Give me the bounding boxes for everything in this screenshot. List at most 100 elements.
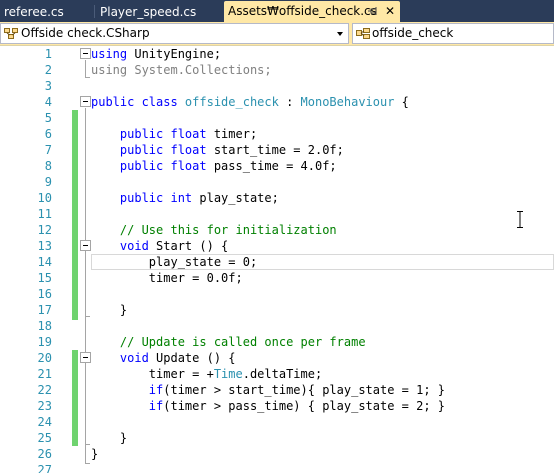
code-line[interactable]: using UnityEngine; — [91, 46, 221, 62]
code-line[interactable]: } — [91, 446, 98, 462]
code-token: public float — [119, 143, 207, 157]
outline-guide — [85, 108, 86, 464]
outline-guide-end — [85, 316, 90, 317]
collapse-toggle[interactable] — [80, 240, 91, 251]
code-line[interactable]: if(timer > pass_time) { play_state = 2; … — [91, 398, 445, 414]
line-number: 21 — [37, 367, 52, 381]
code-token: Time — [213, 367, 243, 381]
code-token: start_time = 2.0f; — [206, 143, 344, 157]
line-number-gutter: 1 2 3 4 5 6 7 8 9 10 11 12 13 14 15 16 17 18 19 20 21 22 23 24 2… — [0, 46, 62, 473]
line-number: 16 — [37, 287, 52, 301]
code-line[interactable]: } — [91, 430, 127, 446]
line-number: 23 — [37, 399, 52, 413]
member-dropdown-value: offside_check — [372, 26, 454, 40]
code-token: (timer > start_time){ play_state = 1; } — [163, 383, 446, 397]
collapse-toggle[interactable] — [80, 352, 91, 363]
code-line[interactable]: timer = 0.0f; — [91, 270, 243, 286]
line-number: 13 — [37, 239, 52, 253]
pin-icon[interactable] — [367, 5, 379, 17]
code-line[interactable]: public float start_time = 2.0f; — [91, 142, 344, 158]
code-token: UnityEngine; — [127, 47, 222, 61]
line-number: 5 — [44, 111, 52, 125]
code-token: : — [278, 95, 301, 109]
code-line[interactable]: public float timer; — [91, 126, 257, 142]
code-line[interactable]: // Use this for initialization — [91, 222, 337, 238]
code-line[interactable]: public class offside_check : MonoBehavio… — [91, 94, 409, 110]
line-number: 26 — [37, 447, 52, 461]
change-indicator — [72, 110, 78, 320]
line-number: 7 — [44, 143, 52, 157]
code-token: timer = 0.0f; — [91, 271, 243, 285]
code-token: } — [91, 447, 99, 461]
chevron-down-icon[interactable] — [337, 32, 343, 36]
code-token: Update () { — [148, 351, 236, 365]
code-token: (timer > pass_time) { play_state = 2; } — [163, 399, 446, 413]
line-number: 19 — [37, 335, 52, 349]
type-dropdown[interactable]: Offside check.CSharp — [0, 23, 349, 44]
code-token: public class — [91, 95, 185, 109]
code-line[interactable]: void Update () { — [91, 350, 236, 366]
code-line[interactable]: } — [91, 302, 127, 318]
collapse-toggle[interactable] — [80, 48, 91, 59]
code-line[interactable]: timer = +Time.deltaTime; — [91, 366, 322, 382]
text-cursor-icon — [517, 211, 523, 228]
code-token: using — [91, 47, 128, 61]
tab-player-speed[interactable]: Player_speed.cs — [96, 2, 222, 22]
code-line[interactable]: play_state = 0; — [91, 254, 257, 270]
line-number: 27 — [37, 463, 52, 473]
line-number: 11 — [37, 207, 52, 221]
code-token: .deltaTime; — [242, 367, 323, 381]
code-token: play_state; — [192, 191, 279, 205]
line-number: 3 — [44, 79, 52, 93]
code-token: void — [119, 239, 149, 253]
code-token: public float — [119, 159, 207, 173]
line-number: 18 — [37, 319, 52, 333]
close-icon[interactable]: ✕ — [384, 4, 396, 18]
code-line[interactable]: void Start () { — [91, 238, 228, 254]
member-dropdown[interactable]: offside_check — [352, 23, 554, 44]
code-token: Start () { — [148, 239, 229, 253]
line-number: 24 — [37, 415, 52, 429]
code-editor[interactable]: 1 2 3 4 5 6 7 8 9 10 11 12 13 14 15 16 17 18 19 20 21 22 23 24 2… — [0, 46, 554, 473]
code-line[interactable]: if(timer > start_time){ play_state = 1; … — [91, 382, 445, 398]
line-number: 10 — [37, 191, 52, 205]
document-tab-bar: referee.cs Player_speed.cs Assets₩offsid… — [0, 0, 554, 22]
code-line[interactable]: // Update is called once per frame — [91, 334, 366, 350]
line-number: 9 — [44, 175, 52, 189]
code-token: offside_check — [184, 95, 279, 109]
tab-offside-check-label: Assets₩offside_check.cs — [228, 4, 377, 18]
tab-offside-check[interactable]: Assets₩offside_check.cs ✕ — [224, 1, 400, 22]
code-line[interactable]: public int play_state; — [91, 190, 279, 206]
line-number: 15 — [37, 271, 52, 285]
outline-guide-end — [85, 444, 90, 445]
member-icon — [356, 28, 370, 39]
code-line[interactable]: using System.Collections; — [91, 62, 272, 78]
code-token: if — [148, 383, 164, 397]
line-number: 6 — [44, 127, 52, 141]
code-token: // Update is called once per frame — [119, 335, 366, 349]
code-line[interactable]: public float pass_time = 4.0f; — [91, 158, 337, 174]
line-number: 4 — [44, 95, 52, 109]
line-number: 20 — [37, 351, 52, 365]
line-number: 22 — [37, 383, 52, 397]
code-token: { — [394, 95, 409, 109]
navigation-bar: Offside check.CSharp offside_check — [0, 22, 554, 46]
line-number: 14 — [37, 255, 52, 269]
code-token: // Use this for initialization — [119, 223, 337, 237]
tab-referee[interactable]: referee.cs — [0, 2, 90, 22]
code-token: } — [91, 303, 128, 317]
type-dropdown-value: Offside check.CSharp — [21, 26, 150, 40]
class-icon — [4, 28, 18, 39]
line-number: 25 — [37, 431, 52, 445]
collapse-toggle[interactable] — [80, 96, 91, 107]
outline-guide-end — [85, 463, 90, 464]
code-token: } — [91, 431, 128, 445]
